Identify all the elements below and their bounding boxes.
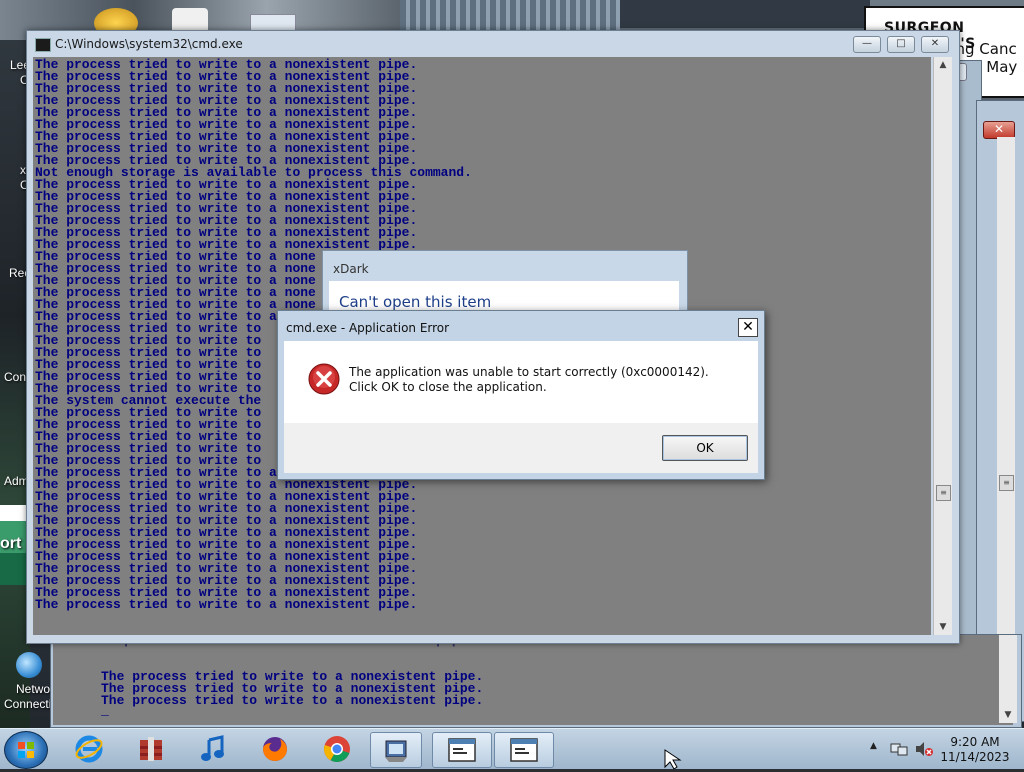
maximize-button[interactable]: □	[887, 36, 915, 53]
console-line: The process tried to write to a nonexist…	[101, 693, 484, 708]
scroll-up-arrow[interactable]: ▲	[934, 57, 952, 73]
volume-muted-icon[interactable]	[914, 740, 934, 758]
taskbar-ie-button[interactable]	[64, 732, 114, 766]
taskbar: ▲ 9:20 AM 11/14/2023	[0, 728, 1024, 769]
console-line: The process tried to write to a nonexist…	[35, 597, 418, 612]
taskbar-chrome-button[interactable]	[312, 732, 362, 766]
scroll-thumb[interactable]: ≡	[936, 485, 951, 501]
error-icon	[308, 363, 340, 395]
taskbar-music-button[interactable]	[188, 732, 238, 766]
error-message-text: The application was unable to start corr…	[349, 365, 709, 394]
show-hidden-icons-chevron-icon[interactable]: ▲	[870, 741, 877, 751]
desktop-icon-image: ort	[0, 505, 26, 585]
taskbar-cmd-button-2[interactable]	[494, 732, 554, 768]
clock-time: 9:20 AM	[950, 735, 1000, 749]
cmd-window-title: C:\Windows\system32\cmd.exe	[55, 37, 243, 51]
scrollbar[interactable]: ▼	[999, 635, 1017, 723]
close-button[interactable]: ✕	[921, 36, 949, 53]
error-dialog-body: The application was unable to start corr…	[284, 341, 758, 473]
background-console-window[interactable]: The process tried to write to a nonexist…	[50, 634, 1022, 728]
taskbar-app-button[interactable]	[370, 732, 422, 768]
mouse-cursor-icon	[664, 749, 682, 769]
error-dialog-close-button[interactable]: ✕	[738, 318, 758, 337]
minimize-button[interactable]: —	[853, 36, 881, 53]
ok-button[interactable]: OK	[662, 435, 748, 461]
cmd-titlebar[interactable]: C:\Windows\system32\cmd.exe — □ ✕	[27, 31, 959, 57]
desktop-icon-adm[interactable]: Adm	[4, 474, 29, 488]
chrome-icon	[324, 736, 350, 763]
scrollbar[interactable]: ≡	[997, 137, 1015, 717]
window-icon	[448, 738, 476, 762]
scroll-thumb[interactable]: ≡	[999, 475, 1014, 491]
cmd-app-icon[interactable]	[35, 38, 51, 52]
music-note-icon	[201, 735, 224, 761]
wallpaper-building-windows	[400, 0, 620, 30]
error-message-panel: The application was unable to start corr…	[284, 341, 758, 423]
archive-icon	[140, 737, 162, 761]
vertical-scrollbar[interactable]: ▲ ≡ ▼	[933, 57, 952, 635]
app-icon	[385, 740, 407, 762]
console-cursor: _	[101, 703, 109, 718]
application-error-dialog[interactable]: cmd.exe - Application Error ✕ The applic…	[277, 310, 765, 480]
background-console: The process tried to write to a nonexist…	[53, 635, 1013, 725]
wallpaper-building-dark	[620, 0, 870, 28]
taskbar-clock[interactable]: 9:20 AM 11/14/2023	[940, 735, 1010, 765]
windows-logo-icon	[18, 742, 34, 758]
network-icon[interactable]	[16, 652, 42, 678]
xdark-caption: xDark	[333, 262, 369, 276]
scroll-down-arrow[interactable]: ▼	[999, 707, 1017, 723]
internet-explorer-icon	[75, 735, 103, 763]
taskbar-firefox-button[interactable]	[250, 732, 300, 766]
taskbar-archive-button[interactable]	[126, 732, 176, 766]
taskbar-cmd-button-1[interactable]	[432, 732, 492, 768]
desktop-icon-ort[interactable]: ort	[0, 535, 21, 553]
firefox-icon	[263, 737, 287, 761]
background-window[interactable]: ✕ ≡	[976, 100, 1024, 722]
error-dialog-caption: cmd.exe - Application Error	[286, 321, 450, 335]
network-tray-icon[interactable]	[890, 740, 908, 758]
scroll-down-arrow[interactable]: ▼	[934, 619, 952, 635]
clock-date: 11/14/2023	[940, 750, 1010, 764]
xdark-heading: Can't open this item	[339, 293, 492, 311]
start-button[interactable]	[4, 731, 48, 769]
desktop-icon-con[interactable]: Con	[4, 370, 26, 384]
window-icon	[510, 738, 538, 762]
